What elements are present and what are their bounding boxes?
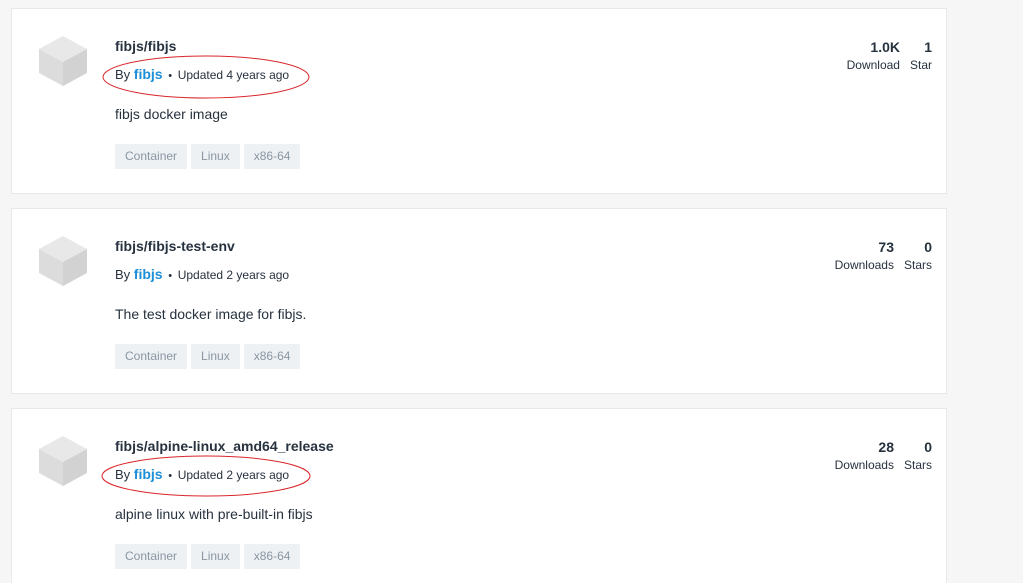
downloads-label: Downloads: [834, 458, 894, 472]
updated-text: Updated 2 years ago: [177, 268, 290, 282]
tag-arch[interactable]: x86-64: [243, 144, 301, 169]
publisher-link[interactable]: fibjs: [134, 266, 163, 282]
package-cube-icon: [39, 436, 87, 486]
repo-title[interactable]: fibjs/fibjs-test-env: [115, 238, 235, 254]
downloads-label: Downloads: [834, 258, 894, 272]
tag-linux[interactable]: Linux: [191, 544, 240, 569]
by-prefix: By: [115, 467, 131, 482]
repo-stats: 28 Downloads 0 Stars: [835, 439, 932, 473]
repo-stats: 1.0K Download 1 Star: [847, 39, 932, 73]
repo-title[interactable]: fibjs/alpine-linux_amd64_release: [115, 438, 334, 454]
repo-description: alpine linux with pre-built-in fibjs: [115, 506, 313, 522]
separator-dot: •: [168, 70, 173, 82]
tag-list: Container Linux x86-64: [115, 144, 301, 169]
repo-stats: 73 Downloads 0 Stars: [835, 239, 932, 273]
repo-card[interactable]: fibjs/fibjs By fibjs • Updated 4 years a…: [11, 8, 947, 194]
tag-linux[interactable]: Linux: [191, 144, 240, 169]
by-prefix: By: [115, 267, 131, 282]
updated-text: Updated 2 years ago: [177, 468, 290, 482]
tag-linux[interactable]: Linux: [191, 344, 240, 369]
stars-count: 0: [924, 239, 932, 255]
repo-card[interactable]: fibjs/fibjs-test-env By fibjs • Updated …: [11, 208, 947, 394]
repo-byline: By fibjs • Updated 2 years ago: [115, 266, 289, 282]
repo-byline: By fibjs • Updated 2 years ago: [115, 466, 289, 482]
stars-stat: 1 Star: [910, 39, 932, 73]
downloads-stat: 73 Downloads: [835, 239, 894, 273]
tag-container[interactable]: Container: [115, 544, 188, 569]
publisher-link[interactable]: fibjs: [134, 466, 163, 482]
package-cube-icon: [39, 236, 87, 286]
stars-stat: 0 Stars: [904, 239, 932, 273]
stars-count: 0: [924, 439, 932, 455]
tag-list: Container Linux x86-64: [115, 544, 301, 569]
tag-arch[interactable]: x86-64: [243, 544, 301, 569]
separator-dot: •: [168, 270, 173, 282]
updated-text: Updated 4 years ago: [177, 68, 290, 82]
by-prefix: By: [115, 67, 131, 82]
repo-description: The test docker image for fibjs.: [115, 306, 307, 322]
tag-container[interactable]: Container: [115, 144, 188, 169]
downloads-count: 28: [878, 439, 894, 455]
repo-description: fibjs docker image: [115, 106, 228, 122]
tag-arch[interactable]: x86-64: [243, 344, 301, 369]
repo-title[interactable]: fibjs/fibjs: [115, 38, 176, 54]
downloads-count: 1.0K: [870, 39, 900, 55]
stars-count: 1: [924, 39, 932, 55]
tag-container[interactable]: Container: [115, 344, 188, 369]
stars-label: Stars: [903, 258, 932, 272]
downloads-stat: 28 Downloads: [835, 439, 894, 473]
repository-list: fibjs/fibjs By fibjs • Updated 4 years a…: [0, 0, 1023, 583]
stars-stat: 0 Stars: [904, 439, 932, 473]
downloads-count: 73: [878, 239, 894, 255]
downloads-label: Download: [846, 58, 900, 72]
stars-label: Stars: [903, 458, 932, 472]
repo-card[interactable]: fibjs/alpine-linux_amd64_release By fibj…: [11, 408, 947, 583]
tag-list: Container Linux x86-64: [115, 344, 301, 369]
package-cube-icon: [39, 36, 87, 86]
separator-dot: •: [168, 470, 173, 482]
downloads-stat: 1.0K Download: [847, 39, 900, 73]
publisher-link[interactable]: fibjs: [134, 66, 163, 82]
stars-label: Star: [909, 58, 932, 72]
repo-byline: By fibjs • Updated 4 years ago: [115, 66, 289, 82]
